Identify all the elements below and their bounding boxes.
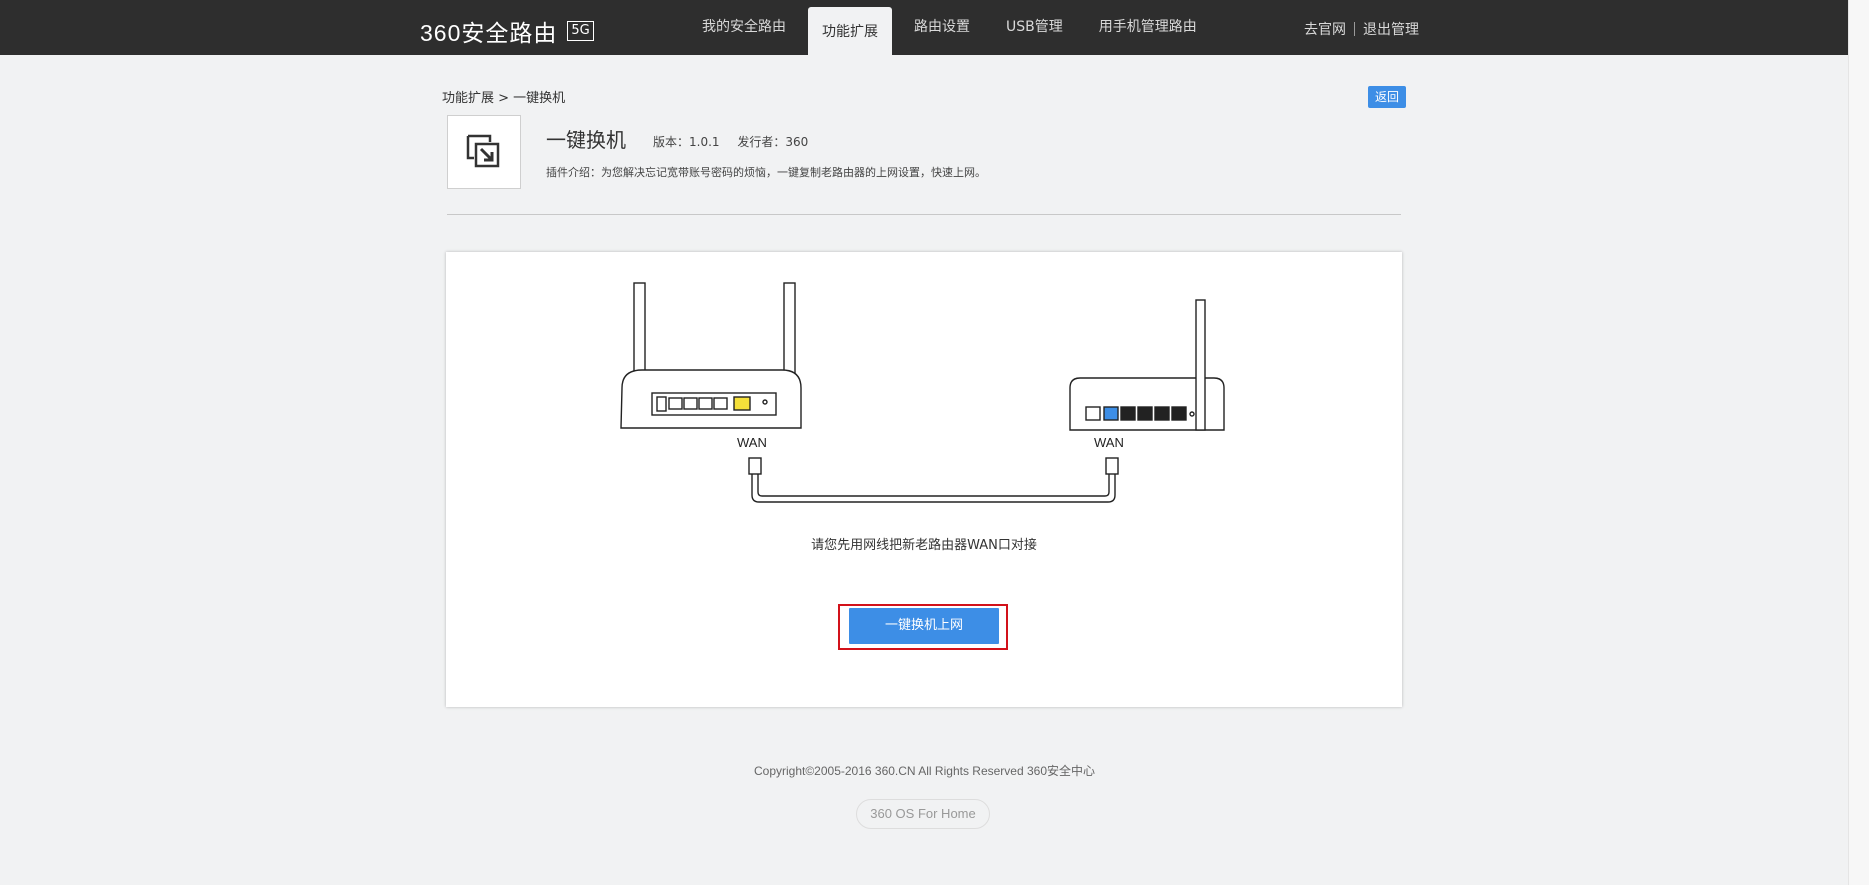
- breadcrumb: 功能扩展 > 一键换机: [442, 91, 566, 106]
- plugin-version: 版本：1.0.1: [653, 135, 720, 149]
- old-router-wan-label: WAN: [1094, 435, 1124, 450]
- plugin-description: 插件介绍：为您解决忘记宽带账号密码的烦恼，一键复制老路由器的上网设置，快速上网。: [546, 166, 986, 179]
- plugin-title: 一键换机: [546, 128, 626, 152]
- connection-instruction: 请您先用网线把新老路由器WAN口对接: [811, 538, 1037, 553]
- new-router-wan-label: WAN: [737, 435, 767, 450]
- top-links: 去官网 退出管理: [1304, 19, 1419, 39]
- scrollbar-track[interactable]: [1848, 0, 1869, 885]
- link-separator: [1354, 22, 1355, 36]
- nav-extensions[interactable]: 功能扩展: [808, 7, 892, 55]
- old-router-illustration: [1069, 299, 1225, 431]
- main-panel: WAN WAN 请您先用网线把新老路由器WAN口对接 一键换机上网: [446, 252, 1402, 707]
- nav-router-settings[interactable]: 路由设置: [900, 0, 984, 55]
- router-connection-diagram: [620, 282, 1225, 503]
- copyright-text: Copyright©2005-2016 360.CN All Rights Re…: [753, 764, 1095, 778]
- header-divider: [447, 214, 1401, 215]
- logo-text: 360安全路由: [420, 20, 558, 46]
- official-site-link[interactable]: 去官网: [1304, 19, 1346, 39]
- brand-logo[interactable]: 360安全路由 5G: [420, 14, 594, 48]
- nav-usb-management[interactable]: USB管理: [992, 0, 1077, 55]
- top-navigation-bar: 360安全路由 5G 我的安全路由 功能扩展 路由设置 USB管理 用手机管理路…: [0, 0, 1869, 55]
- logo-5g-badge: 5G: [567, 21, 594, 41]
- new-router-illustration: [620, 282, 802, 429]
- logout-link[interactable]: 退出管理: [1363, 19, 1419, 39]
- plugin-publisher: 发行者：360: [737, 135, 809, 149]
- nav-my-router[interactable]: 我的安全路由: [688, 0, 800, 55]
- plugin-meta: 版本：1.0.1 发行者：360: [653, 133, 822, 150]
- back-button[interactable]: 返回: [1368, 86, 1406, 108]
- swap-router-icon: [447, 115, 521, 189]
- main-nav: 我的安全路由 功能扩展 路由设置 USB管理 用手机管理路由: [688, 0, 1219, 55]
- one-click-switch-button[interactable]: 一键换机上网: [849, 608, 999, 644]
- os-badge[interactable]: 360 OS For Home: [856, 799, 990, 829]
- nav-mobile-management[interactable]: 用手机管理路由: [1085, 0, 1211, 55]
- network-cable: [748, 457, 1119, 503]
